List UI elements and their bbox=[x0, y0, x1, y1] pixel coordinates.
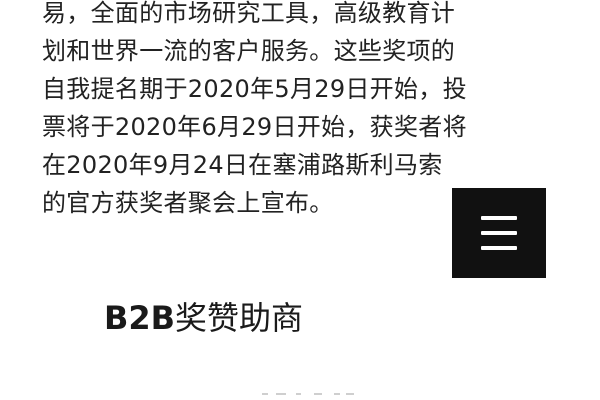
article-line-1: 易，全面的市场研究工具，高级教育计 bbox=[42, 0, 456, 27]
menu-button[interactable] bbox=[452, 188, 546, 278]
cropped-content-fragment bbox=[262, 391, 354, 400]
menu-bar-bottom bbox=[481, 246, 517, 250]
article-line-2: 划和世界一流的客户服务。这些奖项的 bbox=[42, 37, 456, 65]
article-line-3: 自我提名期于2020年5月29日开始，投 bbox=[42, 75, 467, 103]
hamburger-menu-icon bbox=[481, 216, 517, 250]
menu-bar-middle bbox=[481, 231, 517, 235]
menu-bar-top bbox=[481, 216, 517, 220]
article-line-4: 票将于2020年6月29日开始，获奖者将 bbox=[42, 113, 467, 141]
article-screen: 易，全面的市场研究工具，高级教育计 划和世界一流的客户服务。这些奖项的 自我提名… bbox=[0, 0, 600, 400]
article-line-5: 在2020年9月24日在塞浦路斯利马索 bbox=[42, 151, 443, 179]
section-heading-latin: B2B bbox=[104, 299, 176, 337]
section-heading: B2B奖赞助商 bbox=[104, 296, 303, 340]
section-heading-text: 奖赞助商 bbox=[175, 299, 304, 337]
